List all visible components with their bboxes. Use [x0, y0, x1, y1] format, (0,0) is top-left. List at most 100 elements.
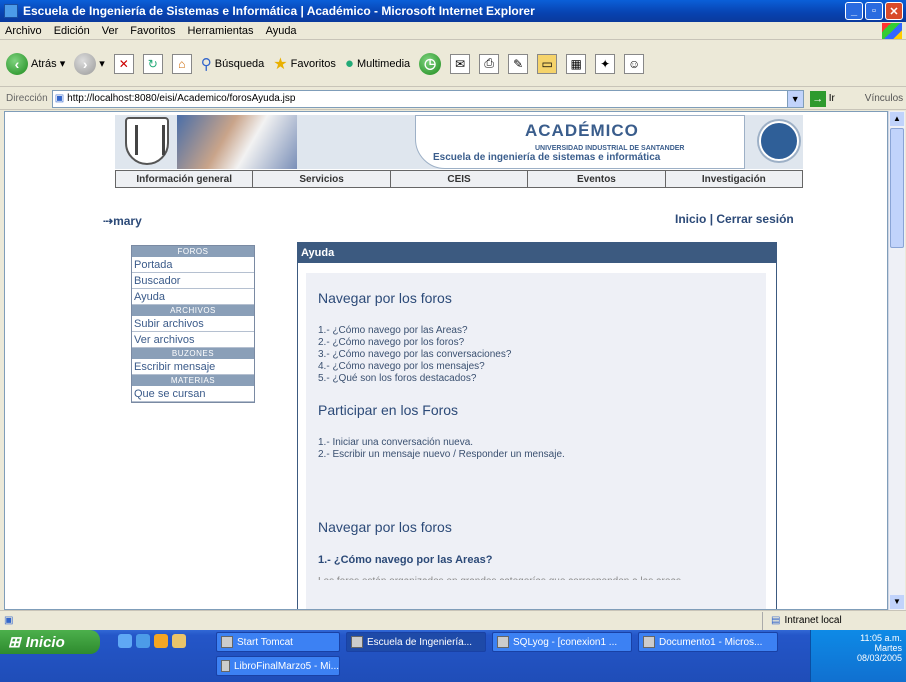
- zone-label: Intranet local: [784, 615, 842, 626]
- favorites-button[interactable]: ★ Favoritos: [273, 54, 336, 74]
- user-name-text: mary: [113, 214, 142, 228]
- restore-button[interactable]: ▫: [865, 2, 883, 20]
- nav-ceis[interactable]: CEIS: [390, 171, 529, 187]
- sidebar-item-escribir-mensaje[interactable]: Escribir mensaje: [132, 359, 254, 375]
- help-link[interactable]: 1.- Iniciar una conversación nueva.: [318, 437, 766, 449]
- start-button[interactable]: ⊞ Inicio: [0, 630, 100, 654]
- address-input[interactable]: ▣ http://localhost:8080/eisi/Academico/f…: [51, 89, 804, 108]
- go-label: Ir: [828, 93, 835, 104]
- close-button[interactable]: ✕: [885, 2, 903, 20]
- help-link[interactable]: 1.- ¿Cómo navego por las Areas?: [318, 325, 766, 337]
- ie-quicklaunch-icon[interactable]: [136, 634, 150, 648]
- clock-time[interactable]: 11:05 a.m.: [815, 633, 902, 643]
- separator: |: [709, 212, 714, 226]
- chevron-down-icon[interactable]: ▼: [786, 90, 803, 107]
- body-text: Los foros están organizados en grandes c…: [318, 576, 766, 580]
- forward-button[interactable]: › ▾: [74, 52, 105, 75]
- help-link[interactable]: 2.- ¿Cómo navego por los foros?: [318, 337, 766, 349]
- sidebar-header-materias: MATERIAS: [132, 375, 254, 386]
- task-icon: [497, 636, 509, 648]
- stop-icon[interactable]: ✕: [113, 53, 134, 74]
- vertical-scrollbar[interactable]: ▲ ▼: [888, 111, 905, 610]
- sidebar-item-que-se-cursan[interactable]: Que se cursan: [132, 386, 254, 402]
- mail-icon[interactable]: ✉: [450, 53, 471, 74]
- sidebar-header-foros: FOROS: [132, 246, 254, 257]
- arrow-icon: ⇢: [103, 214, 114, 228]
- task-label: LibroFinalMarzo5 - Mi...: [233, 660, 339, 672]
- panel-title: Ayuda: [298, 243, 776, 263]
- media-label: Multimedia: [356, 57, 411, 70]
- task-label: Documento1 - Micros...: [659, 636, 763, 648]
- task-sqlyog[interactable]: SQLyog - [conexion1 ...: [492, 632, 632, 652]
- menu-favoritos[interactable]: Favoritos: [130, 25, 175, 37]
- cerrar-sesion-link[interactable]: Cerrar sesión: [716, 212, 793, 226]
- explorer-quicklaunch-icon[interactable]: [172, 634, 186, 648]
- back-label: Atrás: [31, 57, 57, 70]
- menu-edicion[interactable]: Edición: [54, 25, 90, 37]
- history-icon[interactable]: ◷: [419, 52, 442, 75]
- help-link[interactable]: 2.- Escribir un mensaje nuevo / Responde…: [318, 449, 766, 461]
- sidebar-item-subir-archivos[interactable]: Subir archivos: [132, 316, 254, 332]
- sidebar-item-portada[interactable]: Portada: [132, 257, 254, 273]
- search-label: Búsqueda: [214, 57, 265, 70]
- star-icon: ★: [273, 55, 288, 73]
- chevron-down-icon: ▾: [59, 58, 66, 70]
- windows-logo-icon: ⊞: [8, 634, 21, 651]
- refresh-icon[interactable]: ↻: [142, 53, 163, 74]
- ie-icon: [4, 4, 18, 18]
- nav-investigacion[interactable]: Investigación: [665, 171, 803, 187]
- inicio-link[interactable]: Inicio: [675, 212, 706, 226]
- scroll-up-icon[interactable]: ▲: [890, 112, 904, 126]
- edit-icon[interactable]: ✎: [508, 53, 529, 74]
- folder-icon[interactable]: ▭: [537, 53, 558, 74]
- desktop-icon[interactable]: [118, 634, 132, 648]
- page-icon: ▣: [54, 93, 65, 104]
- messenger-icon[interactable]: ✦: [595, 53, 616, 74]
- help-link[interactable]: 3.- ¿Cómo navego por las conversaciones?: [318, 349, 766, 361]
- task-start-tomcat[interactable]: Start Tomcat: [216, 632, 340, 652]
- menu-ver[interactable]: Ver: [102, 25, 119, 37]
- task-documento1[interactable]: Documento1 - Micros...: [638, 632, 778, 652]
- sidebar-header-archivos: ARCHIVOS: [132, 305, 254, 316]
- help-link[interactable]: 4.- ¿Cómo navego por los mensajes?: [318, 361, 766, 373]
- status-bar: ▣ ▤ Intranet local: [0, 610, 906, 630]
- go-button[interactable]: → Ir: [809, 90, 835, 107]
- media-button[interactable]: ● Multimedia: [345, 55, 410, 72]
- menu-archivo[interactable]: Archivo: [5, 25, 42, 37]
- home-icon[interactable]: ⌂: [171, 53, 192, 74]
- research-icon[interactable]: ▦: [566, 53, 587, 74]
- chevron-down-icon: ▾: [99, 58, 105, 70]
- menu-herramientas[interactable]: Herramientas: [188, 25, 254, 37]
- task-ie[interactable]: Escuela de Ingeniería...: [346, 632, 486, 652]
- links-button[interactable]: Vínculos: [865, 93, 903, 104]
- section-heading: Navegar por los foros: [318, 290, 452, 306]
- print-icon[interactable]: ⎙: [479, 53, 500, 74]
- zone-indicator: ▤ Intranet local: [762, 611, 842, 630]
- user-name: ⇢mary: [103, 214, 142, 228]
- scroll-down-icon[interactable]: ▼: [890, 595, 904, 609]
- task-librofinal[interactable]: LibroFinalMarzo5 - Mi...: [216, 656, 340, 676]
- scroll-thumb[interactable]: [890, 128, 904, 248]
- system-tray: 11:05 a.m. Martes 08/03/2005: [810, 630, 906, 682]
- menu-ayuda[interactable]: Ayuda: [266, 25, 297, 37]
- task-label: SQLyog - [conexion1 ...: [513, 636, 618, 648]
- help-link[interactable]: 5.- ¿Qué son los foros destacados?: [318, 373, 766, 385]
- nav-eventos[interactable]: Eventos: [528, 171, 666, 187]
- start-label: Inicio: [25, 633, 65, 651]
- sidebar-item-ver-archivos[interactable]: Ver archivos: [132, 332, 254, 348]
- nav-informacion-general[interactable]: Información general: [116, 171, 254, 187]
- minimize-button[interactable]: _: [845, 2, 863, 20]
- people-icon[interactable]: ☺: [624, 53, 645, 74]
- sidebar-item-buscador[interactable]: Buscador: [132, 273, 254, 289]
- help-panel: Ayuda Navegar por los foros 1.- ¿Cómo na…: [297, 242, 777, 609]
- nav-servicios[interactable]: Servicios: [253, 171, 391, 187]
- search-button[interactable]: ⚲ Búsqueda: [201, 55, 265, 73]
- media-quicklaunch-icon[interactable]: [154, 634, 168, 648]
- back-button[interactable]: ‹ Atrás ▾: [6, 52, 66, 75]
- school-logo: [759, 121, 799, 161]
- task-icon: [643, 636, 655, 648]
- sidebar-item-ayuda[interactable]: Ayuda: [132, 289, 254, 305]
- windows-logo-icon: [882, 23, 902, 39]
- favorites-label: Favoritos: [290, 57, 336, 70]
- uis-logo: [125, 117, 169, 165]
